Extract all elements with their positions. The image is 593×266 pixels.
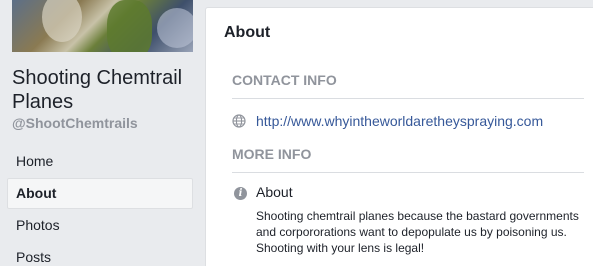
about-label: About	[256, 184, 293, 200]
nav-item-photos[interactable]: Photos	[7, 210, 193, 241]
nav-item-home[interactable]: Home	[7, 146, 193, 177]
page-name[interactable]: Shooting Chemtrail Planes	[12, 66, 197, 114]
cover-photo[interactable]	[12, 0, 193, 52]
nav-item-about[interactable]: About	[7, 178, 193, 209]
globe-icon	[232, 114, 246, 128]
about-card: About CONTACT INFO http://www.whyinthewo…	[205, 7, 593, 266]
about-description: Shooting chemtrail planes because the ba…	[256, 209, 579, 255]
page-nav: Home About Photos Posts	[7, 146, 193, 266]
website-link[interactable]: http://www.whyintheworldaretheyspraying.…	[256, 113, 543, 129]
contact-info-header: CONTACT INFO	[232, 72, 584, 99]
more-info-header: MORE INFO	[232, 146, 584, 173]
left-sidebar: Shooting Chemtrail Planes @ShootChemtrai…	[0, 0, 200, 266]
card-title: About	[224, 24, 271, 41]
website-row: http://www.whyintheworldaretheyspraying.…	[232, 111, 584, 131]
page: Shooting Chemtrail Planes @ShootChemtrai…	[0, 0, 593, 266]
page-handle[interactable]: @ShootChemtrails	[12, 115, 138, 131]
info-icon: i	[234, 187, 247, 200]
nav-item-posts[interactable]: Posts	[7, 242, 193, 266]
